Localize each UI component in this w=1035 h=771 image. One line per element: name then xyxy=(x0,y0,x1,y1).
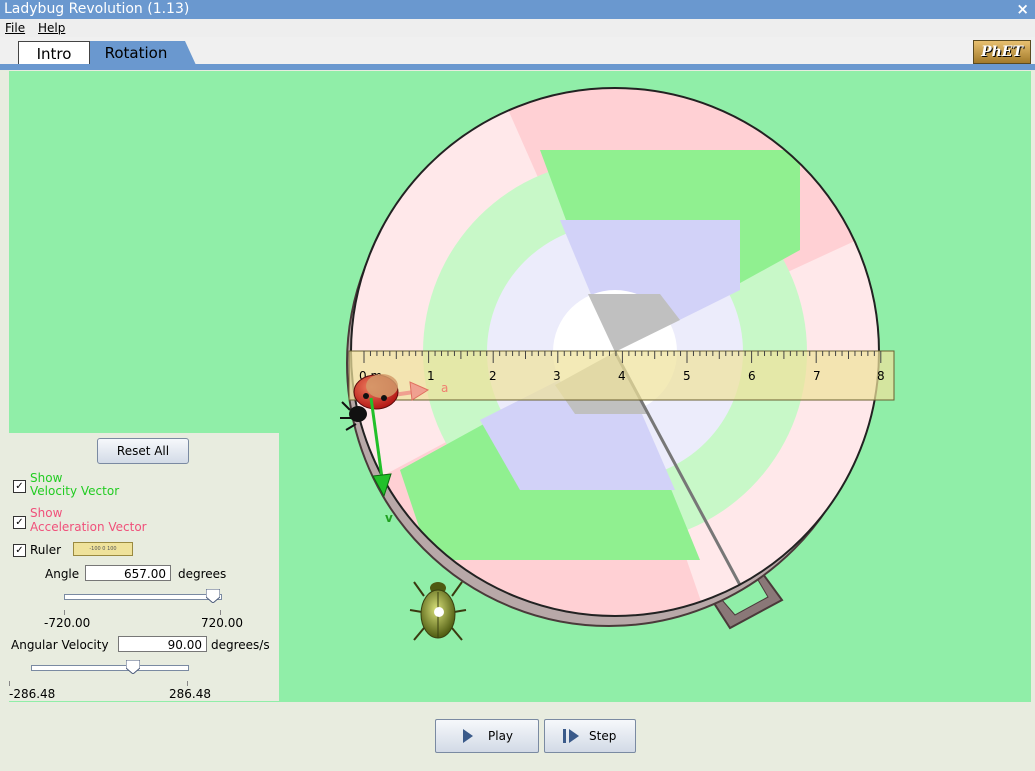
angular-velocity-slider[interactable] xyxy=(31,665,189,671)
ruler-tick-label-1: 1 xyxy=(427,369,435,383)
step-label: Step xyxy=(589,729,617,743)
tab-intro[interactable]: Intro xyxy=(18,41,90,66)
ruler-tick-label-2: 2 xyxy=(489,369,497,383)
menu-bar: File Help xyxy=(0,19,1035,37)
angle-unit: degrees xyxy=(178,567,227,581)
ruler-tick-label-3: 3 xyxy=(553,369,561,383)
title-bar: Ladybug Revolution (1.13) × xyxy=(0,0,1035,19)
angvel-min-tick xyxy=(9,681,10,686)
angle-slider-thumb[interactable] xyxy=(206,589,221,603)
play-button[interactable]: Play xyxy=(435,719,539,753)
tab-underline xyxy=(0,64,1035,70)
menu-help[interactable]: Help xyxy=(38,20,65,36)
angle-input[interactable]: 657.00 xyxy=(85,565,171,581)
play-label: Play xyxy=(488,729,514,743)
angle-min-label: -720.00 xyxy=(44,616,91,630)
play-icon xyxy=(463,729,473,743)
menu-file[interactable]: File xyxy=(5,20,25,36)
velocity-checkbox[interactable]: ✓ xyxy=(13,480,26,493)
tab-strip: Rotation Intro xyxy=(0,37,1035,66)
ruler-tick-label-8: 8 xyxy=(877,369,885,383)
step-button[interactable]: Step xyxy=(544,719,636,753)
window-title: Ladybug Revolution (1.13) xyxy=(4,1,190,17)
acceleration-vector-label: Acceleration Vector xyxy=(30,520,147,534)
step-icon xyxy=(563,729,579,743)
ruler-tick-label-5: 5 xyxy=(683,369,691,383)
angular-velocity-unit: degrees/s xyxy=(211,638,270,652)
tab-rotation[interactable]: Rotation xyxy=(86,41,196,65)
ruler[interactable]: 0 m 1 2 3 4 5 6 7 8 xyxy=(348,350,895,401)
angular-velocity-min-label: -286.48 xyxy=(9,687,56,701)
phet-logo: PhET xyxy=(973,40,1031,64)
beetle-icon[interactable] xyxy=(409,581,467,641)
reset-all-button[interactable]: Reset All xyxy=(97,438,189,464)
angle-max-label: 720.00 xyxy=(201,616,243,630)
angular-velocity-max-label: 286.48 xyxy=(169,687,211,701)
angle-max-tick xyxy=(220,610,221,615)
tab-rotation-label: Rotation xyxy=(104,44,168,62)
ruler-tick-label-4: 4 xyxy=(618,369,626,383)
ruler-label: Ruler xyxy=(30,543,62,557)
ruler-checkbox[interactable]: ✓ xyxy=(13,544,26,557)
control-panel: Reset All ✓ Show Velocity Vector ✓ Show … xyxy=(9,433,279,701)
acceleration-show-label: Show xyxy=(30,506,63,520)
angle-min-tick xyxy=(64,610,65,615)
ruler-tick-label-6: 6 xyxy=(748,369,756,383)
acceleration-checkbox[interactable]: ✓ xyxy=(13,516,26,529)
angle-slider[interactable] xyxy=(64,594,222,600)
ruler-tick-label-7: 7 xyxy=(813,369,821,383)
angular-velocity-slider-thumb[interactable] xyxy=(126,660,141,674)
velocity-vector-label: Velocity Vector xyxy=(30,484,120,498)
acceleration-label: a xyxy=(441,381,448,395)
angular-velocity-input[interactable]: 90.00 xyxy=(118,636,207,652)
angle-label: Angle xyxy=(45,567,80,581)
close-icon[interactable]: × xyxy=(1016,0,1029,19)
bottom-control-bar: Play Step xyxy=(0,703,1035,771)
angular-velocity-label: Angular Velocity xyxy=(11,638,109,652)
velocity-label: v xyxy=(385,511,393,525)
ruler-swatch-icon: -100 0 100 xyxy=(73,542,133,556)
angvel-max-tick xyxy=(187,681,188,686)
